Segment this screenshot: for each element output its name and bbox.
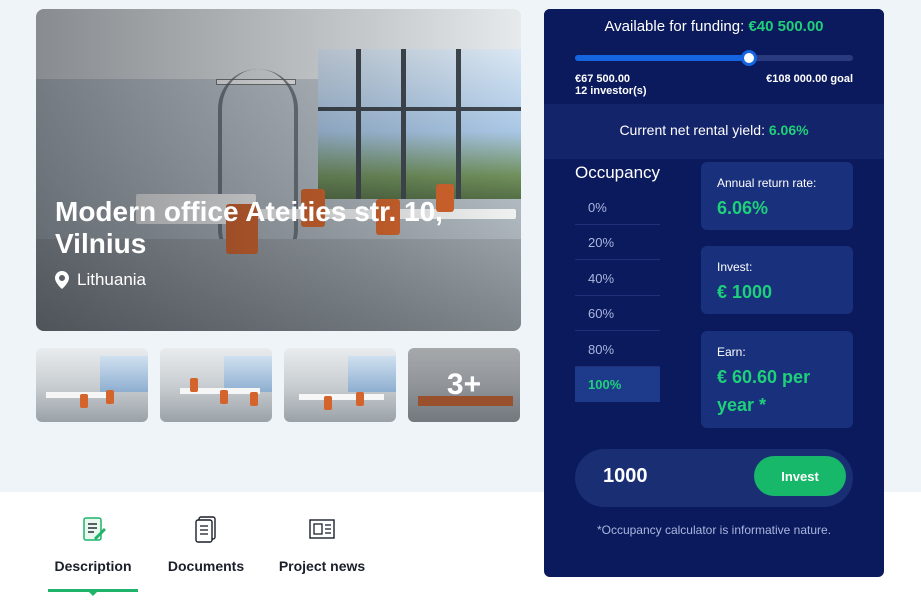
- more-photos-label: 3+: [408, 348, 520, 422]
- investor-count: 12 investor(s): [575, 85, 647, 97]
- funding-progress-knob: [740, 50, 757, 66]
- funding-available: Available for funding: €40 500.00: [544, 18, 884, 35]
- invest-button[interactable]: Invest: [754, 456, 846, 496]
- gallery-thumbnail-1[interactable]: [36, 348, 148, 422]
- calculator-note: *Occupancy calculator is informative nat…: [596, 523, 832, 537]
- tab-documents[interactable]: Documents: [156, 514, 256, 574]
- raised-amount: €67 500.00: [575, 73, 631, 85]
- rental-yield: Current net rental yield: 6.06%: [544, 122, 884, 138]
- occupancy-option-40[interactable]: 40%: [575, 261, 660, 296]
- thumb-chair: [190, 378, 198, 392]
- tab-label: Documents: [167, 558, 245, 574]
- project-news-icon: [309, 519, 335, 539]
- tab-active-caret: [88, 591, 98, 596]
- thumb-chair: [250, 392, 258, 406]
- thumb-window: [224, 356, 272, 392]
- funding-progress-fill: [575, 55, 749, 61]
- yield-value: 6.06%: [768, 122, 809, 138]
- occupancy-title: Occupancy: [575, 163, 661, 182]
- invest-input-row: 1000 Invest: [575, 449, 853, 507]
- property-title: Modern office Ateities str. 10, Vilnius: [55, 196, 443, 259]
- invest-amount-input[interactable]: 1000: [603, 465, 648, 488]
- occupancy-option-80[interactable]: 80%: [575, 332, 660, 367]
- funding-progress-bar: [575, 50, 853, 66]
- invest-card: Invest: € 1000: [701, 246, 853, 314]
- invest-label: Invest:: [717, 260, 753, 274]
- thumb-window: [348, 356, 396, 392]
- tab-project-news[interactable]: Project news: [272, 514, 372, 574]
- thumb-desk: [299, 394, 384, 400]
- property-location: Lithuania: [55, 270, 146, 290]
- gallery-thumbnail-3[interactable]: [284, 348, 396, 422]
- funding-raised: €67 500.00 12 investor(s): [575, 73, 647, 97]
- thumb-window: [100, 356, 148, 392]
- earn-label: Earn:: [717, 345, 746, 359]
- earn-value: € 60.60 per year *: [717, 367, 811, 415]
- tab-label: Description: [54, 558, 132, 574]
- location-pin-icon: [55, 271, 69, 289]
- annual-return-value: 6.06%: [717, 198, 769, 218]
- thumb-chair: [106, 390, 114, 404]
- occupancy-option-20[interactable]: 20%: [575, 225, 660, 260]
- thumb-chair: [220, 390, 228, 404]
- thumb-chair: [324, 396, 332, 410]
- investment-panel: Available for funding: €40 500.00 €67 50…: [544, 9, 884, 577]
- annual-return-label: Annual return rate:: [717, 176, 817, 190]
- funding-amount: €40 500.00: [748, 18, 824, 35]
- tab-label: Project news: [278, 558, 366, 574]
- funding-label: Available for funding:: [604, 18, 745, 35]
- annual-return-card: Annual return rate: 6.06%: [701, 162, 853, 230]
- occupancy-option-100[interactable]: 100%: [575, 367, 660, 402]
- gallery-thumbnail-more[interactable]: 3+: [408, 348, 520, 422]
- thumb-chair: [356, 392, 364, 406]
- occupancy-option-0[interactable]: 0%: [575, 190, 660, 225]
- funding-goal: €108 000.00 goal: [766, 73, 853, 85]
- thumb-chair: [80, 394, 88, 408]
- earn-card: Earn: € 60.60 per year *: [701, 331, 853, 428]
- yield-label: Current net rental yield:: [619, 122, 765, 138]
- tab-description[interactable]: Description: [43, 514, 143, 574]
- occupancy-option-60[interactable]: 60%: [575, 296, 660, 331]
- location-label: Lithuania: [77, 270, 147, 289]
- gallery-thumbnail-2[interactable]: [160, 348, 272, 422]
- documents-icon: [195, 516, 216, 543]
- property-hero-image[interactable]: Modern office Ateities str. 10, Vilnius …: [36, 9, 521, 331]
- invest-value: € 1000: [717, 282, 773, 302]
- description-icon: [83, 517, 106, 541]
- thumb-desk: [46, 392, 106, 398]
